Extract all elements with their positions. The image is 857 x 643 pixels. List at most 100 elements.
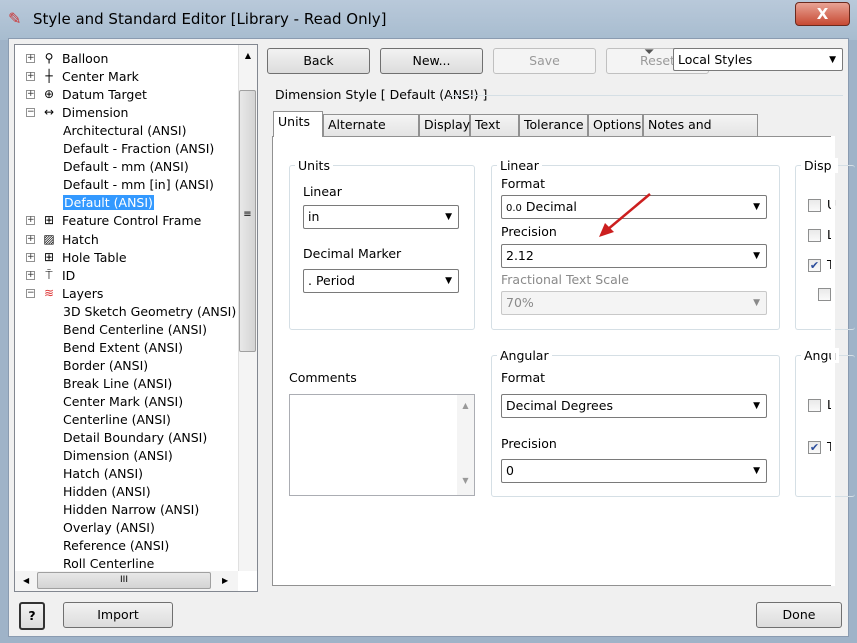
tree-item-label: Architectural (ANSI) [63,123,187,139]
import-button[interactable]: Import [63,602,173,628]
angular-group-label: Angular [497,348,552,363]
tree-item-label: Bend Centerline (ANSI) [63,321,207,337]
tab-options[interactable]: Options [588,114,643,136]
tab-notes-and-leaders[interactable]: Notes and Leaders [643,114,758,152]
expand-toggle[interactable]: + [26,270,35,280]
tab-text[interactable]: Text [470,114,519,136]
comments-scrollbar[interactable]: ▲ ▼ [457,395,474,495]
back-button[interactable]: Back [267,48,370,74]
expand-toggle[interactable]: + [26,216,35,226]
tree-item[interactable]: Feature Control Frame [62,212,201,230]
tree-item[interactable]: Bend Extent (ANSI) [63,339,183,357]
checkbox[interactable] [808,199,821,212]
tree-item[interactable]: Hole Table [62,249,127,267]
scroll-right-icon[interactable]: ▶ [222,576,228,585]
collapse-toggle[interactable]: − [26,288,35,298]
tree-item-label: Layers [62,285,104,301]
tree-item[interactable]: Default - mm [in] (ANSI) [63,176,214,194]
tree-hscroll-thumb[interactable]: III [37,572,211,589]
scroll-left-icon[interactable]: ◀ [23,576,29,585]
fractional-text-scale-dropdown[interactable]: 70% ▼ [501,291,767,315]
checkbox[interactable] [808,229,821,242]
checkbox[interactable] [818,288,831,301]
tree-item[interactable]: ID [62,267,75,285]
tree-item-label: Default - mm [in] (ANSI) [63,177,214,193]
tree-item-label: Dimension (ANSI) [63,448,173,464]
tree-item[interactable]: Dimension [62,104,128,122]
tree-item[interactable]: Layers [62,285,103,303]
linear-precision-dropdown[interactable]: 2.12 ▼ [501,244,767,268]
tree-item-label: Overlay (ANSI) [63,520,155,536]
tree-item[interactable]: Balloon [62,50,108,68]
linear-units-label: Linear [303,184,342,199]
close-button[interactable]: X [795,2,850,26]
tree-item[interactable]: Bend Centerline (ANSI) [63,321,207,339]
tree-item-label: Roll Centerline [63,556,155,572]
checkbox[interactable]: ✔ [808,259,821,272]
style-filter-dropdown[interactable]: Local Styles ▼ [673,48,843,71]
style-tree: + ⚲ Balloon + ┼ Center Mark + ⊕ Datum Target − ↔ Di… [14,44,258,592]
tree-item[interactable]: Center Mark [62,68,139,86]
tree-item[interactable]: Dimension (ANSI) [63,447,173,465]
tree-item[interactable]: 3D Sketch Geometry (ANSI) [63,303,236,321]
tree-item[interactable]: Architectural (ANSI) [63,122,187,140]
save-button[interactable]: Save [493,48,596,74]
panel-edge [831,136,835,586]
tree-item[interactable]: Border (ANSI) [63,357,148,375]
checkbox[interactable] [808,399,821,412]
filter-icon: ⏷ [644,45,655,60]
collapse-toggle[interactable]: − [26,108,35,118]
center-mark-icon: ┼ [45,69,53,84]
tree-scroll-thumb[interactable]: ≡ [239,90,256,352]
expand-toggle[interactable]: + [26,252,35,262]
help-button[interactable]: ? [19,602,45,630]
decimal-marker-dropdown[interactable]: . Period ▼ [303,269,459,293]
datum-target-icon: ⊕ [43,87,55,102]
feature-control-frame-icon: ⊞ [43,213,55,228]
tab-alternate-units[interactable]: Alternate Units [323,114,419,152]
tree-item-label: Reference (ANSI) [63,538,170,554]
tree-item[interactable]: Centerline (ANSI) [63,411,171,429]
tab-display[interactable]: Display [419,114,470,136]
tab-tolerance[interactable]: Tolerance [519,114,588,136]
scroll-up-icon[interactable]: ▲ [239,51,257,60]
hole-table-icon: ⊞ [43,249,55,264]
expand-toggle[interactable]: + [26,90,35,100]
tree-item[interactable]: Hidden (ANSI) [63,483,151,501]
tree-item[interactable]: Datum Target [62,86,147,104]
tree-item[interactable]: Default (ANSI) [63,194,154,212]
linear-units-dropdown[interactable]: in ▼ [303,205,459,229]
hatch-icon: ▨ [43,231,55,246]
tree-item-label: Bend Extent (ANSI) [63,339,184,355]
tree-item-label: Hatch (ANSI) [63,466,144,482]
tree-item[interactable]: Default - mm (ANSI) [63,158,189,176]
tree-item[interactable]: Default - Fraction (ANSI) [63,140,214,158]
checkbox[interactable]: ✔ [808,441,821,454]
tree-item-label: Center Mark (ANSI) [63,393,184,409]
tree-item[interactable]: Hatch (ANSI) [63,465,143,483]
new-button[interactable]: New... [380,48,483,74]
tree-item[interactable]: Reference (ANSI) [63,537,169,555]
tree-item-label: Hidden (ANSI) [63,484,151,500]
tree-item[interactable]: Overlay (ANSI) [63,519,155,537]
tree-item[interactable]: Hidden Narrow (ANSI) [63,501,199,519]
tree-item[interactable]: Break Line (ANSI) [63,375,172,393]
tree-item[interactable]: Center Mark (ANSI) [63,393,183,411]
tree-item[interactable]: Detail Boundary (ANSI) [63,429,207,447]
linear-precision-label: Precision [501,224,557,239]
tree-item-label: Default (ANSI) [63,195,154,211]
done-button[interactable]: Done [756,602,842,628]
tree-item-label: Border (ANSI) [63,357,149,373]
angular-precision-dropdown[interactable]: 0 ▼ [501,459,767,483]
tree-item[interactable]: Hatch [62,231,99,249]
tree-item-label: Balloon [62,51,109,66]
tree-item-label: Feature Control Frame [62,213,202,229]
angular-format-dropdown[interactable]: Decimal Degrees ▼ [501,394,767,418]
expand-toggle[interactable]: + [26,54,35,63]
tree-item-label: Default - Fraction (ANSI) [63,141,215,157]
comments-textarea[interactable]: ▲ ▼ [289,394,475,496]
tab-units[interactable]: Units [273,111,323,137]
expand-toggle[interactable]: + [26,234,35,244]
expand-toggle[interactable]: + [26,72,35,82]
app-icon: ✎ [8,9,22,28]
